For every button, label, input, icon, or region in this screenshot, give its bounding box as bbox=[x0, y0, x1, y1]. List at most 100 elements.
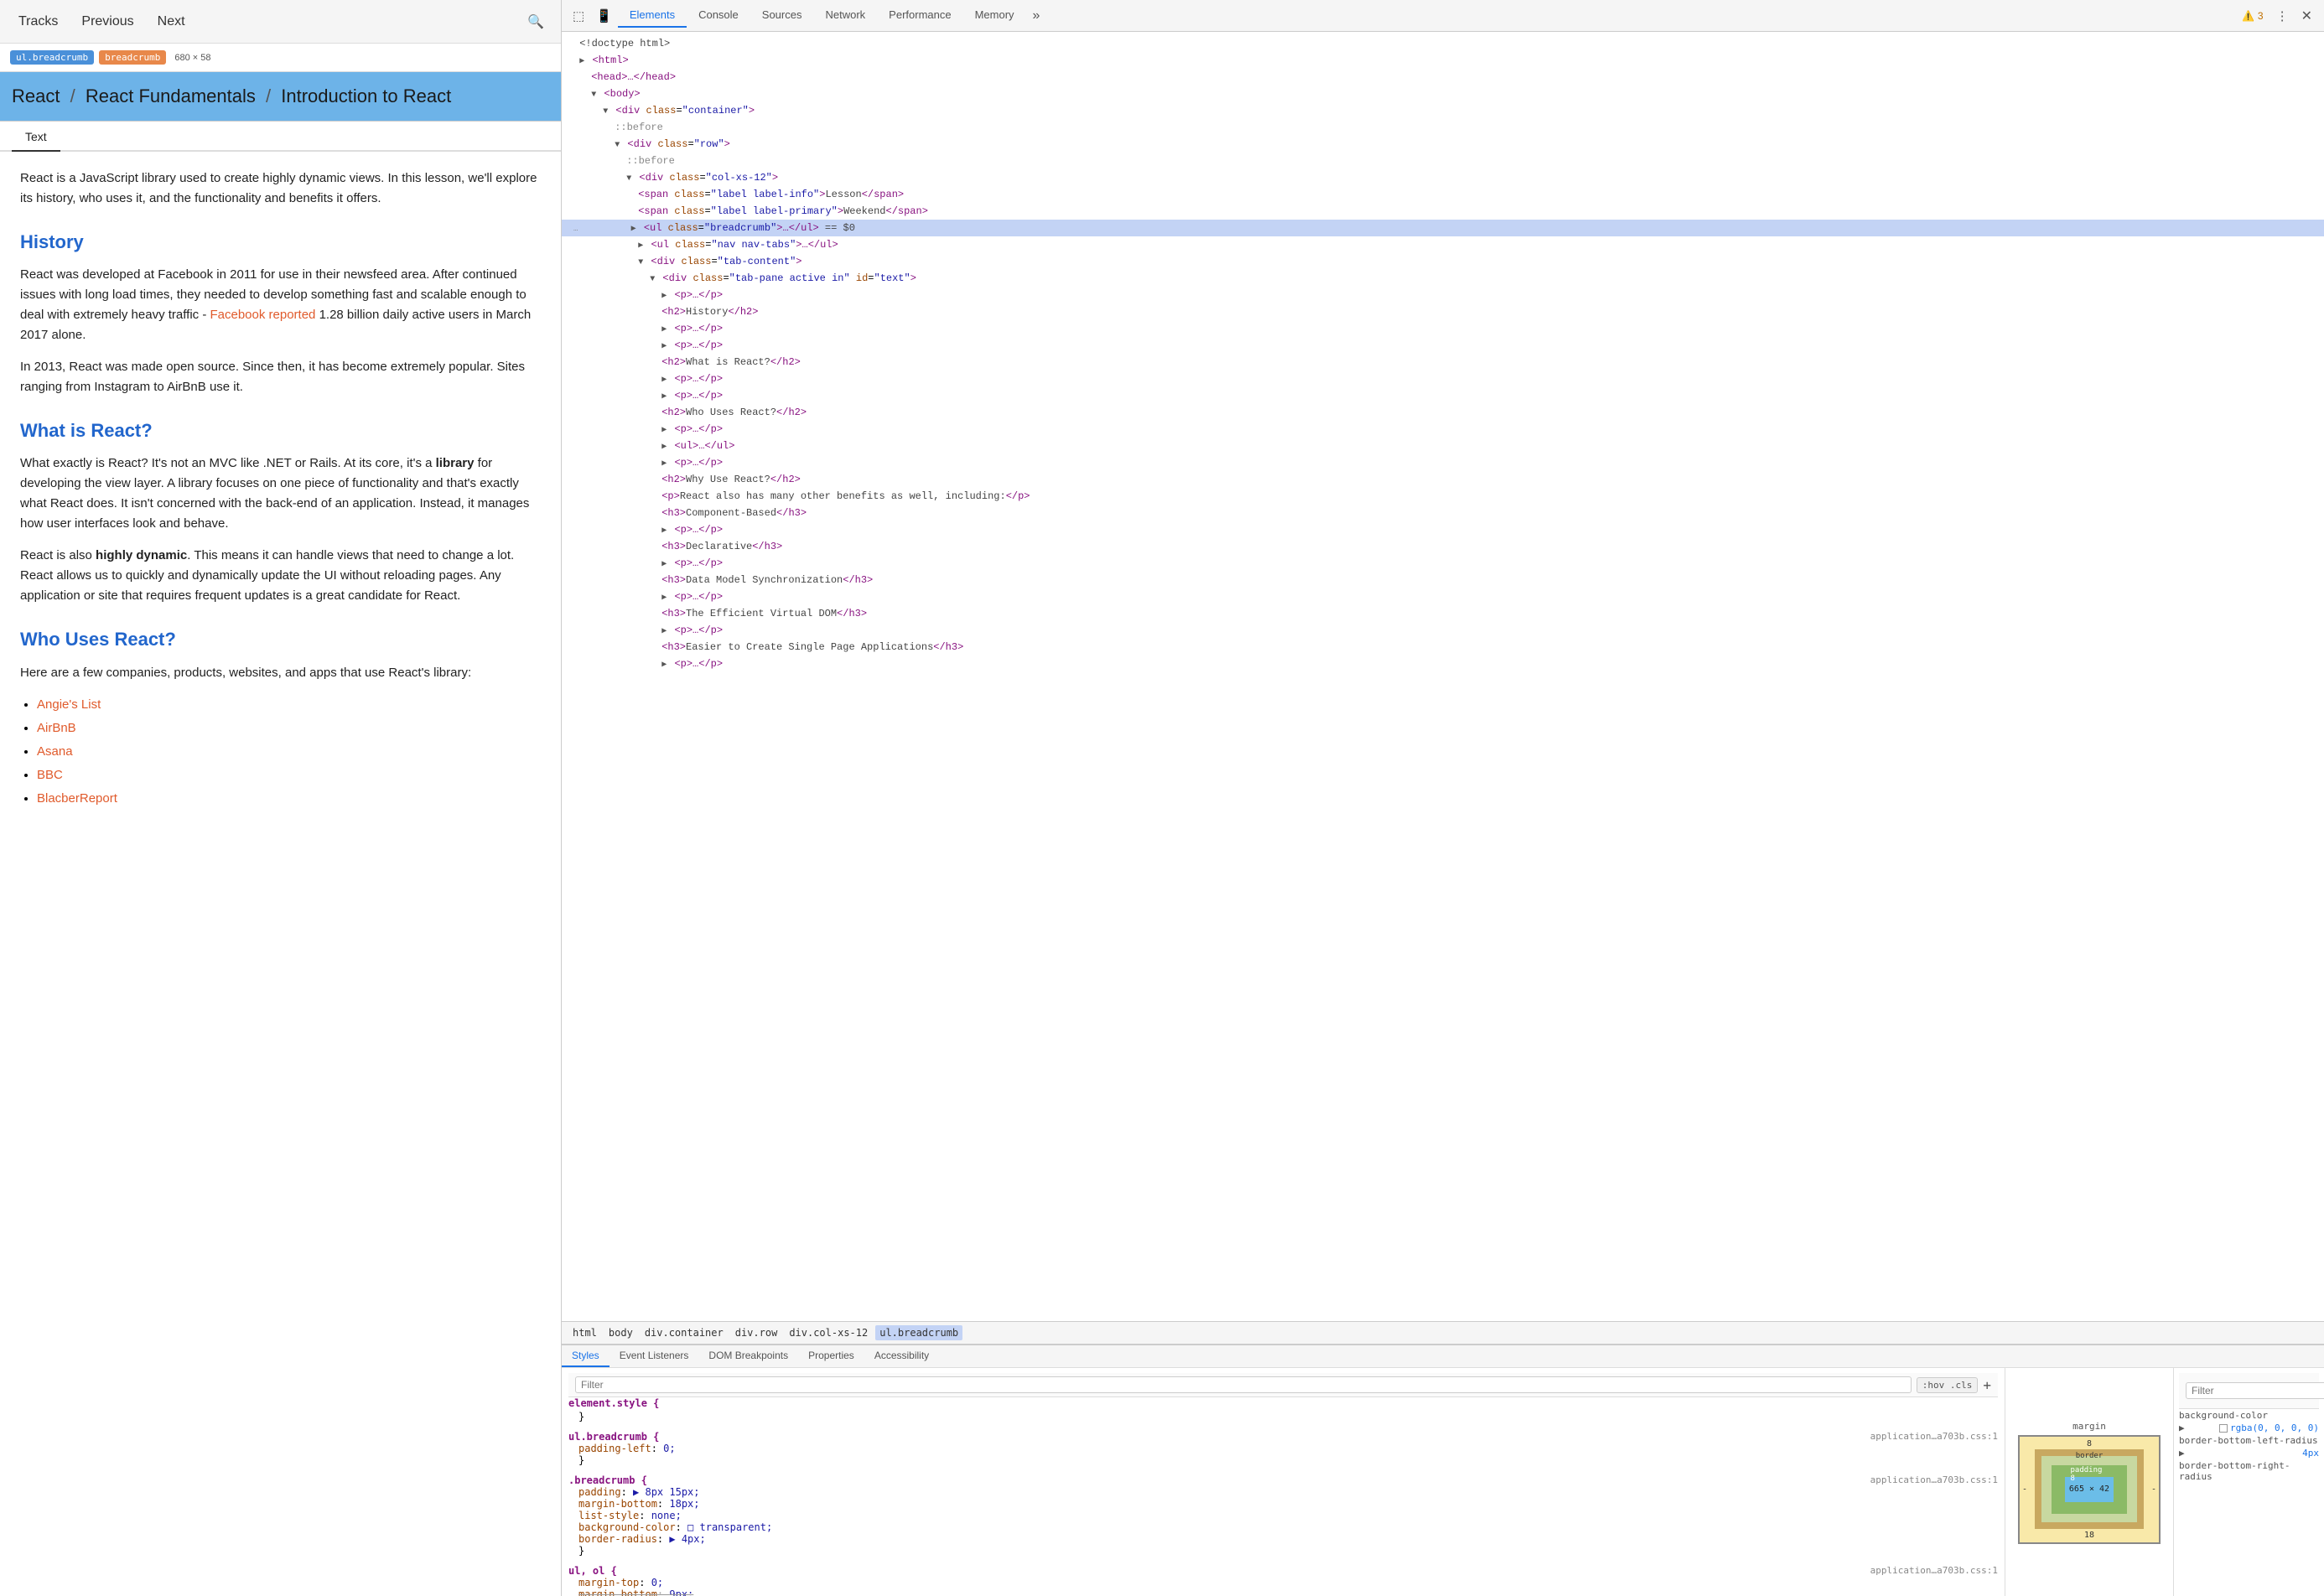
dom-line-colxs[interactable]: ▼ <div class="col-xs-12"> bbox=[562, 169, 2324, 186]
dom-line-p4[interactable]: ▶ <p>…</p> bbox=[562, 370, 2324, 387]
tab-network[interactable]: Network bbox=[813, 3, 877, 28]
dom-line-h3data[interactable]: <h3>Data Model Synchronization</h3> bbox=[562, 572, 2324, 588]
collapse-arrow[interactable]: ▼ bbox=[626, 174, 631, 184]
collapse-arrow-p5[interactable]: ▶ bbox=[661, 392, 667, 402]
collapse-arrow-p1[interactable]: ▶ bbox=[661, 292, 667, 301]
collapse-arrow-p12[interactable]: ▶ bbox=[661, 661, 667, 670]
dom-line-p8[interactable]: ▶ <p>…</p> bbox=[562, 521, 2324, 538]
bc-body[interactable]: body bbox=[604, 1325, 637, 1340]
company-link-5[interactable]: BlacberReport bbox=[37, 791, 117, 806]
tab-elements[interactable]: Elements bbox=[618, 3, 687, 28]
tab-event-listeners[interactable]: Event Listeners bbox=[610, 1345, 699, 1367]
company-link-4[interactable]: BBC bbox=[37, 768, 63, 782]
more-tabs-button[interactable]: » bbox=[1026, 5, 1047, 27]
collapse-arrow[interactable]: ▼ bbox=[603, 107, 608, 117]
style-filter-input[interactable] bbox=[575, 1376, 1912, 1393]
dom-line-p1[interactable]: ▶ <p>…</p> bbox=[562, 287, 2324, 303]
collapse-arrow-p4[interactable]: ▶ bbox=[661, 376, 667, 385]
collapse-arrow-p9[interactable]: ▶ bbox=[661, 560, 667, 569]
dom-line-before1[interactable]: ::before bbox=[562, 119, 2324, 136]
search-button[interactable]: 🔍 bbox=[519, 8, 552, 35]
dom-line-html[interactable]: ▶ <html> bbox=[562, 52, 2324, 69]
dom-line-head[interactable]: <head>…</head> bbox=[562, 69, 2324, 86]
dom-line-span-weekend[interactable]: <span class="label label-primary">Weeken… bbox=[562, 203, 2324, 220]
tab-styles[interactable]: Styles bbox=[562, 1345, 610, 1367]
collapse-arrow-tc[interactable]: ▼ bbox=[638, 258, 643, 267]
bc-row[interactable]: div.row bbox=[731, 1325, 782, 1340]
dom-line-p5[interactable]: ▶ <p>…</p> bbox=[562, 387, 2324, 404]
dom-line-p3[interactable]: ▶ <p>…</p> bbox=[562, 337, 2324, 354]
next-button[interactable]: Next bbox=[148, 9, 195, 34]
tab-memory[interactable]: Memory bbox=[963, 3, 1026, 28]
collapse-arrow[interactable]: ▼ bbox=[591, 91, 596, 100]
bc-col[interactable]: div.col-xs-12 bbox=[785, 1325, 872, 1340]
expand-arrow-bblr[interactable]: ▶ bbox=[2179, 1448, 2185, 1459]
dom-line-h2who[interactable]: <h2>Who Uses React?</h2> bbox=[562, 404, 2324, 421]
devtools-close-button[interactable]: ✕ bbox=[2295, 4, 2319, 28]
previous-button[interactable]: Previous bbox=[71, 9, 143, 34]
collapse-arrow-p11[interactable]: ▶ bbox=[661, 627, 667, 636]
computed-filter-input[interactable] bbox=[2186, 1382, 2324, 1399]
device-toolbar-button[interactable]: 📱 bbox=[590, 5, 618, 27]
dom-line-h3spa[interactable]: <h3>Easier to Create Single Page Applica… bbox=[562, 639, 2324, 656]
company-link-3[interactable]: Asana bbox=[37, 744, 73, 759]
dom-line-h3vdom[interactable]: <h3>The Efficient Virtual DOM</h3> bbox=[562, 605, 2324, 622]
dom-line-p9[interactable]: ▶ <p>…</p> bbox=[562, 555, 2324, 572]
dom-line-container[interactable]: ▼ <div class="container"> bbox=[562, 102, 2324, 119]
dom-line-ul[interactable]: ▶ <ul>…</ul> bbox=[562, 438, 2324, 454]
dom-line-navtabs[interactable]: ▶ <ul class="nav nav-tabs">…</ul> bbox=[562, 236, 2324, 253]
collapse-arrow-p10[interactable]: ▶ bbox=[661, 593, 667, 603]
bc-container[interactable]: div.container bbox=[641, 1325, 728, 1340]
dom-line-tabcontent[interactable]: ▼ <div class="tab-content"> bbox=[562, 253, 2324, 270]
dom-line-body[interactable]: ▼ <body> bbox=[562, 86, 2324, 102]
facebook-link[interactable]: Facebook reported bbox=[210, 308, 315, 322]
dom-line-span-lesson[interactable]: <span class="label label-info">Lesson</s… bbox=[562, 186, 2324, 203]
tab-dom-breakpoints[interactable]: DOM Breakpoints bbox=[698, 1345, 798, 1367]
dom-line-p2[interactable]: ▶ <p>…</p> bbox=[562, 320, 2324, 337]
dom-line-tabpane[interactable]: ▼ <div class="tab-pane active in" id="te… bbox=[562, 270, 2324, 287]
collapse-arrow-ul[interactable]: ▶ bbox=[661, 443, 667, 452]
devtools-menu-button[interactable]: ⋮ bbox=[2270, 5, 2295, 27]
collapse-arrow-p7[interactable]: ▶ bbox=[661, 459, 667, 469]
tab-sources[interactable]: Sources bbox=[750, 3, 814, 28]
dom-tree[interactable]: <!doctype html> ▶ <html> <head>…</head> … bbox=[562, 32, 2324, 1321]
collapse-arrow-breadcrumb[interactable]: ▶ bbox=[631, 225, 636, 234]
dom-line-doctype[interactable]: <!doctype html> bbox=[562, 35, 2324, 52]
dom-line-h2what[interactable]: <h2>What is React?</h2> bbox=[562, 354, 2324, 370]
dom-line-h2why[interactable]: <h2>Why Use React?</h2> bbox=[562, 471, 2324, 488]
inspect-icon-button[interactable]: ⬚ bbox=[567, 5, 590, 27]
dom-line-h3decl[interactable]: <h3>Declarative</h3> bbox=[562, 538, 2324, 555]
company-link-2[interactable]: AirBnB bbox=[37, 721, 76, 735]
tab-accessibility[interactable]: Accessibility bbox=[864, 1345, 939, 1367]
collapse-arrow[interactable]: ▼ bbox=[615, 141, 620, 150]
collapse-arrow-p3[interactable]: ▶ bbox=[661, 342, 667, 351]
dom-line-h2history[interactable]: <h2>History</h2> bbox=[562, 303, 2324, 320]
collapse-arrow-p2[interactable]: ▶ bbox=[661, 325, 667, 334]
tab-console[interactable]: Console bbox=[687, 3, 750, 28]
dom-line-p12[interactable]: ▶ <p>…</p> bbox=[562, 656, 2324, 672]
tab-text[interactable]: Text bbox=[12, 122, 60, 152]
dom-line-before2[interactable]: ::before bbox=[562, 153, 2324, 169]
dom-line-p6[interactable]: ▶ <p>…</p> bbox=[562, 421, 2324, 438]
dom-line-h3comp[interactable]: <h3>Component-Based</h3> bbox=[562, 505, 2324, 521]
tab-properties[interactable]: Properties bbox=[798, 1345, 864, 1367]
collapse-arrow-tp[interactable]: ▼ bbox=[650, 275, 655, 284]
add-style-icon[interactable]: + bbox=[1983, 1377, 1991, 1393]
collapse-arrow-p6[interactable]: ▶ bbox=[661, 426, 667, 435]
dom-line-p7[interactable]: ▶ <p>…</p> bbox=[562, 454, 2324, 471]
dom-line-p-benefits[interactable]: <p>React also has many other benefits as… bbox=[562, 488, 2324, 505]
collapse-arrow-p8[interactable]: ▶ bbox=[661, 526, 667, 536]
dom-line-row[interactable]: ▼ <div class="row"> bbox=[562, 136, 2324, 153]
tab-performance[interactable]: Performance bbox=[877, 3, 962, 28]
tracks-button[interactable]: Tracks bbox=[8, 9, 68, 34]
bc-breadcrumb[interactable]: ul.breadcrumb bbox=[875, 1325, 962, 1340]
dom-line-p11[interactable]: ▶ <p>…</p> bbox=[562, 622, 2324, 639]
dom-line-p10[interactable]: ▶ <p>…</p> bbox=[562, 588, 2324, 605]
expand-arrow-bgcolor[interactable]: ▶ bbox=[2179, 1422, 2185, 1433]
collapse-arrow[interactable]: ▶ bbox=[579, 57, 584, 66]
dom-line-breadcrumb[interactable]: … ▶ <ul class="breadcrumb">…</ul> == $0 bbox=[562, 220, 2324, 236]
collapse-arrow-nav[interactable]: ▶ bbox=[638, 241, 643, 251]
company-link-1[interactable]: Angie's List bbox=[37, 697, 101, 712]
filter-pseudo-button[interactable]: :hov .cls bbox=[1917, 1377, 1979, 1393]
bc-html[interactable]: html bbox=[568, 1325, 601, 1340]
